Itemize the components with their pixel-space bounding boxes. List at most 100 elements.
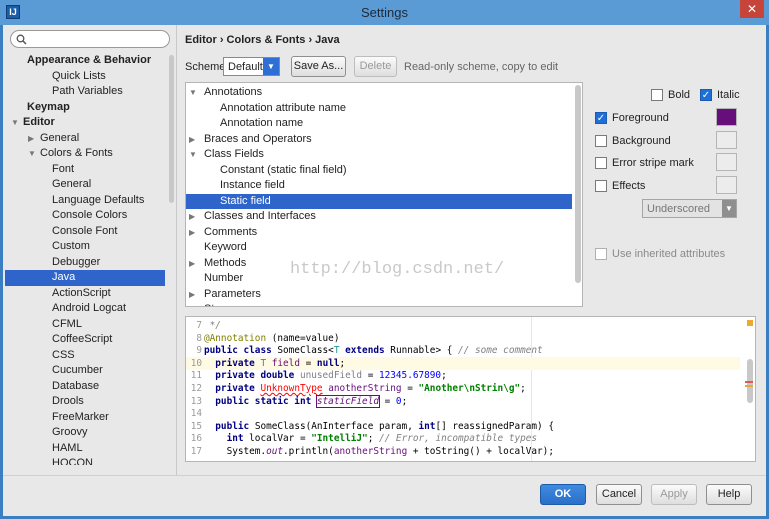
sidebar-item[interactable]: Android Logcat	[5, 301, 165, 317]
code-token: 12345.67890	[378, 370, 442, 382]
effects-checkbox[interactable]	[595, 180, 607, 192]
sidebar-item[interactable]: HOCON	[5, 456, 165, 465]
expand-right-icon[interactable]: ▶	[189, 302, 195, 306]
line-number: 12	[190, 383, 202, 394]
use-inherited-checkbox[interactable]	[595, 248, 607, 260]
foreground-color-swatch[interactable]	[716, 108, 737, 126]
sidebar-item[interactable]: Custom	[5, 239, 165, 255]
italic-checkbox[interactable]: ✓	[700, 89, 712, 101]
background-color-swatch[interactable]	[716, 131, 737, 149]
sidebar-item[interactable]: General	[5, 177, 165, 193]
error-stripe-checkbox[interactable]	[595, 157, 607, 169]
element-list-item[interactable]: Instance field	[186, 178, 572, 194]
expand-right-icon[interactable]: ▶	[189, 225, 195, 240]
sidebar-item[interactable]: CSS	[5, 348, 165, 364]
sidebar-item[interactable]: Java	[5, 270, 165, 286]
sidebar-item[interactable]: CoffeeScript	[5, 332, 165, 348]
sidebar-item[interactable]: Database	[5, 379, 165, 395]
sidebar-item[interactable]: Console Font	[5, 224, 165, 240]
sidebar-item[interactable]: Groovy	[5, 425, 165, 441]
foreground-checkbox[interactable]: ✓	[595, 112, 607, 124]
expand-down-icon[interactable]: ▼	[189, 85, 197, 100]
sidebar-item[interactable]: Language Defaults	[5, 193, 165, 209]
code-token: public static int	[204, 395, 317, 407]
sidebar-item[interactable]: HAML	[5, 441, 165, 457]
expand-right-icon[interactable]: ▶	[189, 132, 195, 147]
sidebar-item[interactable]: FreeMarker	[5, 410, 165, 426]
sidebar-item[interactable]: Console Colors	[5, 208, 165, 224]
effects-type-value: Underscored	[647, 203, 710, 215]
expand-right-icon[interactable]: ▶	[28, 131, 34, 146]
element-list-label: Keyword	[204, 241, 247, 253]
sidebar-item[interactable]: Quick Lists	[5, 69, 165, 85]
italic-label: Italic	[717, 89, 740, 101]
element-list-item[interactable]: ▼ Annotations	[186, 85, 572, 101]
sidebar-item[interactable]: Font	[5, 162, 165, 178]
element-list-item[interactable]: ▶ Braces and Operators	[186, 132, 572, 148]
close-icon[interactable]: ✕	[740, 0, 764, 18]
sidebar-item[interactable]: Cucumber	[5, 363, 165, 379]
pane-divider[interactable]	[176, 25, 177, 475]
expand-down-icon[interactable]: ▼	[28, 146, 36, 161]
code-token: // Error, incompatible types	[379, 433, 538, 445]
sidebar-item[interactable]: Appearance & Behavior	[5, 53, 165, 69]
expand-right-icon[interactable]: ▶	[189, 256, 195, 271]
code-text: public SomeClass(AnInterface param, int[…	[204, 420, 554, 433]
help-button[interactable]: Help	[706, 484, 752, 505]
element-list-item[interactable]: Annotation attribute name	[186, 101, 572, 117]
line-number: 17	[190, 446, 202, 457]
sidebar-item[interactable]: CFML	[5, 317, 165, 333]
delete-button[interactable]: Delete	[354, 56, 397, 77]
sidebar-item-label: Database	[52, 379, 100, 392]
save-as-button[interactable]: Save As...	[291, 56, 346, 77]
element-list-label: Class Fields	[204, 148, 264, 160]
error-mark[interactable]	[745, 381, 753, 383]
sidebar-item[interactable]: ActionScript	[5, 286, 165, 302]
sidebar-item[interactable]: ▶ General	[5, 131, 165, 147]
sidebar-item[interactable]: ▼ Colors & Fonts	[5, 146, 165, 162]
expand-right-icon[interactable]: ▶	[189, 209, 195, 224]
code-preview[interactable]: 7 */8 @Annotation (name=value) 9 public cla…	[185, 316, 756, 462]
scheme-select[interactable]: Default ▼	[223, 57, 280, 76]
sidebar-item[interactable]: ▼ Editor	[5, 115, 165, 131]
expand-right-icon[interactable]: ▶	[189, 287, 195, 302]
element-list-item[interactable]: ▶ Str...	[186, 302, 572, 306]
error-stripe-marker[interactable]	[747, 320, 753, 326]
expand-down-icon[interactable]: ▼	[11, 115, 19, 130]
effects-color-swatch[interactable]	[716, 176, 737, 194]
code-text: int localVar = "IntelliJ"; // Error, inc…	[204, 432, 537, 445]
cancel-button[interactable]: Cancel	[596, 484, 642, 505]
code-text: @Annotation (name=value)	[204, 332, 339, 345]
background-label: Background	[612, 135, 671, 147]
sidebar-item[interactable]: Keymap	[5, 100, 165, 116]
warning-mark[interactable]	[745, 385, 753, 387]
use-inherited-label: Use inherited attributes	[612, 248, 726, 260]
apply-button[interactable]: Apply	[651, 484, 697, 505]
element-list-item[interactable]: ▶ Parameters	[186, 287, 572, 303]
sidebar-item[interactable]: Drools	[5, 394, 165, 410]
element-list-item[interactable]: ▶ Comments	[186, 225, 572, 241]
expand-down-icon[interactable]: ▼	[189, 147, 197, 162]
elements-scrollbar[interactable]	[575, 85, 581, 283]
element-list-item[interactable]: ▶ Classes and Interfaces	[186, 209, 572, 225]
bold-checkbox[interactable]	[651, 89, 663, 101]
ok-button[interactable]: OK	[540, 484, 586, 505]
effects-type-select[interactable]: Underscored ▼	[642, 199, 737, 218]
sidebar-item[interactable]: Debugger	[5, 255, 165, 271]
element-list-label: Methods	[204, 256, 247, 269]
sidebar-item[interactable]: Path Variables	[5, 84, 165, 100]
element-list-item[interactable]: Static field	[186, 193, 572, 209]
sidebar-scrollbar[interactable]	[169, 55, 174, 203]
code-line: 16 int localVar = "IntelliJ"; // Error, …	[186, 432, 740, 445]
element-list-item[interactable]: Keyword	[186, 240, 572, 256]
code-token: Runnable> {	[390, 345, 459, 357]
search-input[interactable]	[10, 30, 170, 48]
element-list-item[interactable]: ▼ Class Fields	[186, 147, 572, 163]
background-checkbox[interactable]	[595, 135, 607, 147]
error-stripe-color-swatch[interactable]	[716, 153, 737, 171]
element-list-item[interactable]: Constant (static final field)	[186, 163, 572, 179]
sidebar-item-label: FreeMarker	[52, 410, 109, 423]
sidebar-item-label: Android Logcat	[52, 302, 126, 314]
code-line: 14	[186, 407, 740, 420]
element-list-item[interactable]: Annotation name	[186, 116, 572, 132]
